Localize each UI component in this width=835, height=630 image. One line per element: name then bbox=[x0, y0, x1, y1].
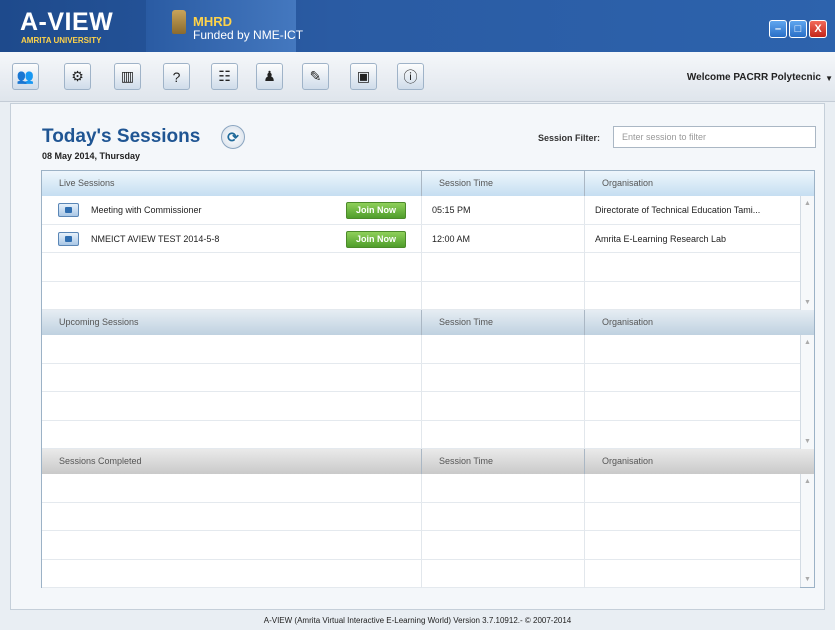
scroll-up-icon[interactable]: ▲ bbox=[801, 337, 814, 348]
users-icon[interactable]: 👥 bbox=[12, 63, 39, 90]
app-logo-subtitle: AMRITA UNIVERSITY bbox=[21, 36, 102, 45]
session-time-cell: 05:15 PM bbox=[422, 196, 585, 224]
session-time-cell: 12:00 AM bbox=[422, 224, 585, 253]
completed-sessions-rows bbox=[42, 474, 800, 588]
session-filter-input[interactable] bbox=[613, 126, 816, 148]
column-header-session-time[interactable]: Session Time bbox=[422, 171, 585, 196]
app-logo: A-VIEW bbox=[20, 8, 114, 36]
window-controls: – □ X bbox=[769, 20, 827, 38]
session-icon bbox=[58, 203, 79, 217]
scroll-up-icon[interactable]: ▲ bbox=[801, 198, 814, 209]
network-icon[interactable]: ⚙ bbox=[64, 63, 91, 90]
live-sessions-scrollbar[interactable]: ▲ ▼ bbox=[800, 196, 814, 310]
footer-version: A-VIEW (Amrita Virtual Interactive E-Lea… bbox=[263, 616, 572, 625]
upcoming-sessions-section: Upcoming Sessions Session Time Organisat… bbox=[42, 310, 814, 449]
column-header-organisation[interactable]: Organisation bbox=[585, 449, 814, 474]
empty-row bbox=[42, 420, 800, 449]
welcome-user-menu[interactable]: Welcome PACRR Polytecnic bbox=[687, 72, 821, 83]
column-header-organisation[interactable]: Organisation bbox=[585, 310, 814, 335]
completed-sessions-scrollbar[interactable]: ▲ ▼ bbox=[800, 474, 814, 587]
notes-icon[interactable]: ✎ bbox=[302, 63, 329, 90]
session-name-cell: NMEICT AVIEW TEST 2014-5-8 Join Now bbox=[42, 224, 422, 253]
upcoming-sessions-scrollbar[interactable]: ▲ ▼ bbox=[800, 335, 814, 449]
live-sessions-header: Live Sessions Session Time Organisation bbox=[42, 171, 814, 196]
empty-row bbox=[42, 363, 800, 392]
session-name: Meeting with Commissioner bbox=[91, 205, 202, 215]
column-header-sessions-completed[interactable]: Sessions Completed bbox=[42, 449, 422, 474]
live-sessions-rows: Meeting with Commissioner Join Now 05:15… bbox=[42, 196, 800, 310]
refresh-icon[interactable]: ⟳ bbox=[221, 125, 245, 149]
page-date: 08 May 2014, Thursday bbox=[42, 151, 141, 161]
empty-row bbox=[42, 253, 800, 282]
scroll-down-icon[interactable]: ▼ bbox=[801, 574, 814, 585]
join-now-button[interactable]: Join Now bbox=[346, 202, 406, 219]
empty-row bbox=[42, 392, 800, 421]
live-sessions-section: Live Sessions Session Time Organisation … bbox=[42, 171, 814, 310]
toolbar: 👥 ⚙ ▥ ? ☷ ♟ ✎ ▣ ⓘ Welcome PACRR Polytecn… bbox=[0, 52, 835, 102]
quiz-icon[interactable]: ? bbox=[163, 63, 190, 90]
completed-sessions-header: Sessions Completed Session Time Organisa… bbox=[42, 449, 814, 474]
column-header-upcoming-sessions[interactable]: Upcoming Sessions bbox=[42, 310, 422, 335]
funded-label: Funded by NME-ICT bbox=[193, 28, 304, 42]
table-row[interactable]: Meeting with Commissioner Join Now 05:15… bbox=[42, 196, 800, 225]
upcoming-sessions-rows bbox=[42, 335, 800, 449]
contacts-icon[interactable]: ☷ bbox=[211, 63, 238, 90]
column-header-live-sessions[interactable]: Live Sessions bbox=[42, 171, 422, 196]
mhrd-label: MHRD bbox=[193, 14, 232, 29]
join-now-button[interactable]: Join Now bbox=[346, 230, 406, 248]
maximize-button[interactable]: □ bbox=[789, 20, 807, 38]
library-icon[interactable]: ▥ bbox=[114, 63, 141, 90]
box-icon[interactable]: ▣ bbox=[350, 63, 377, 90]
chevron-down-icon[interactable]: ▼ bbox=[825, 74, 833, 83]
sessions-table: Live Sessions Session Time Organisation … bbox=[41, 170, 815, 588]
organisation-cell: Directorate of Technical Education Tami.… bbox=[595, 205, 761, 215]
table-row[interactable]: NMEICT AVIEW TEST 2014-5-8 Join Now 12:0… bbox=[42, 224, 800, 253]
organisation-cell: Amrita E-Learning Research Lab bbox=[595, 233, 727, 244]
minimize-button[interactable]: – bbox=[769, 20, 787, 38]
empty-row bbox=[42, 335, 800, 364]
column-header-session-time[interactable]: Session Time bbox=[422, 449, 585, 474]
sessions-panel: Today's Sessions ⟳ 08 May 2014, Thursday… bbox=[10, 103, 825, 610]
column-header-session-time[interactable]: Session Time bbox=[422, 310, 585, 335]
empty-row bbox=[42, 281, 800, 310]
scroll-down-icon[interactable]: ▼ bbox=[801, 297, 814, 308]
empty-row bbox=[42, 531, 800, 560]
teacher-icon[interactable]: ♟ bbox=[256, 63, 283, 90]
emblem-icon bbox=[172, 10, 186, 34]
session-filter-label: Session Filter: bbox=[538, 133, 601, 143]
completed-sessions-section: Sessions Completed Session Time Organisa… bbox=[42, 449, 814, 588]
close-button[interactable]: X bbox=[809, 20, 827, 38]
app-header: A-VIEW AMRITA UNIVERSITY MHRD Funded by … bbox=[0, 0, 835, 52]
empty-row bbox=[42, 559, 800, 588]
upcoming-sessions-header: Upcoming Sessions Session Time Organisat… bbox=[42, 310, 814, 335]
scroll-down-icon[interactable]: ▼ bbox=[801, 436, 814, 447]
session-icon bbox=[58, 231, 79, 246]
scroll-up-icon[interactable]: ▲ bbox=[801, 476, 814, 487]
empty-row bbox=[42, 502, 800, 531]
session-name-cell: Meeting with Commissioner Join Now bbox=[42, 196, 422, 224]
session-name: NMEICT AVIEW TEST 2014-5-8 bbox=[91, 233, 220, 244]
empty-row bbox=[42, 474, 800, 503]
page-title: Today's Sessions bbox=[42, 126, 201, 147]
column-header-organisation[interactable]: Organisation bbox=[585, 171, 814, 196]
help-icon[interactable]: ⓘ bbox=[397, 63, 424, 90]
